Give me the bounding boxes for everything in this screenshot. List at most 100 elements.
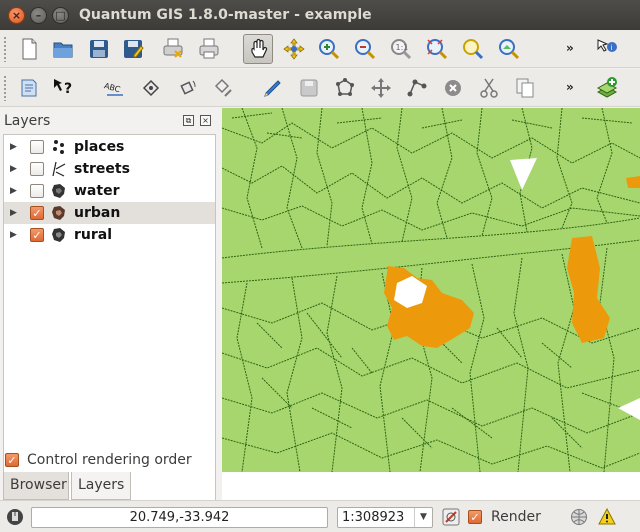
zoom-in-icon [319,39,340,60]
layer-row-streets[interactable]: ▶ streets [4,158,215,180]
open-project-button[interactable] [48,34,78,64]
copy-features-icon [516,78,534,98]
rotate-label-icon [180,80,196,95]
move-label-button[interactable] [136,73,166,103]
layer-name: streets [74,161,130,177]
stop-render-icon [442,508,460,526]
layer-row-places[interactable]: ▶ places [4,136,215,158]
save-as-button[interactable] [118,34,148,64]
python-console-button[interactable] [14,73,44,103]
render-checkbox[interactable]: ✓ [468,510,482,524]
control-rendering-order-checkbox[interactable]: ✓ [5,453,19,467]
layer-visibility-checkbox[interactable]: ✓ [30,228,44,242]
composer-manager-icon [199,38,219,59]
layers-panel-title: Layers [4,113,51,129]
zoom-full-button[interactable] [422,34,452,64]
toggle-editing-button[interactable] [258,73,288,103]
layer-row-water[interactable]: ▶ water [4,180,215,202]
composer-manager-button[interactable] [194,34,224,64]
toggle-editing-icon [264,80,281,97]
expand-arrow-icon[interactable]: ▶ [10,164,18,174]
zoom-layer-button[interactable] [494,34,524,64]
save-project-button[interactable] [84,34,114,64]
toolbar-grip[interactable] [3,36,7,62]
mouse-icon [7,509,23,525]
layer-name: urban [74,205,121,221]
render-label[interactable]: Render [491,509,541,525]
move-feature-button[interactable] [366,73,396,103]
zoom-selection-button[interactable] [458,34,488,64]
layer-row-rural[interactable]: ▶ ✓ rural [4,224,215,246]
add-feature-button[interactable] [330,73,360,103]
close-panel-button[interactable]: × [200,115,211,126]
close-window-button[interactable]: × [8,6,25,24]
zoom-actual-icon: 1:1 [391,39,412,60]
zoom-full-icon [427,39,448,60]
point-layer-icon [50,138,68,156]
stop-rendering-button[interactable] [441,507,461,527]
map-canvas-blank-area [222,472,640,500]
layer-visibility-checkbox[interactable]: ✓ [30,206,44,220]
float-panel-button[interactable]: ⧉ [183,115,194,126]
layer-visibility-checkbox[interactable] [30,140,44,154]
line-layer-icon [50,160,68,178]
add-layer-button[interactable] [592,73,622,103]
save-edits-button[interactable] [294,73,324,103]
minimize-window-button[interactable]: – [30,6,47,24]
print-composer-button[interactable] [158,34,188,64]
layer-visibility-checkbox[interactable] [30,162,44,176]
expand-arrow-icon[interactable]: ▶ [10,230,18,240]
pan-to-selection-button[interactable] [279,34,309,64]
expand-arrow-icon[interactable]: ▶ [10,142,18,152]
save-edits-icon [300,79,318,97]
panel-tabs: Browser Layers [0,472,219,500]
print-composer-icon [163,38,183,58]
zoom-in-button[interactable] [314,34,344,64]
coordinates-field[interactable]: 20.749,-33.942 [31,507,328,528]
control-rendering-order-label[interactable]: Control rendering order [27,452,192,468]
copy-features-button[interactable] [510,73,540,103]
save-as-icon [124,40,144,58]
warning-icon [598,508,616,525]
tab-layers[interactable]: Layers [71,472,131,500]
zoom-out-icon [355,39,376,60]
window-title: Quantum GIS 1.8.0-master - example [79,7,372,23]
open-project-icon [53,42,73,58]
zoom-selection-icon [463,39,484,60]
identify-button[interactable]: i [592,34,622,64]
rotate-label-button[interactable] [172,73,202,103]
label-tool-button[interactable]: ABC [100,73,130,103]
whats-this-button[interactable]: ? [48,73,78,103]
tab-browser[interactable]: Browser [3,472,69,500]
delete-selected-button[interactable] [438,73,468,103]
map-canvas[interactable] [222,108,640,472]
layer-row-urban[interactable]: ▶ ✓ urban [4,202,215,224]
identify-icon: i [597,39,617,52]
projection-button[interactable] [569,507,589,527]
new-project-button[interactable] [14,34,44,64]
scale-combobox[interactable]: 1:308923 ▼ [337,507,433,528]
layers-panel: Layers ⧉ × ▶ places ▶ streets ▶ water ▶ … [0,108,219,532]
file-navigation-toolbar: 1:1 » i [0,30,640,68]
coordinate-toggle-button[interactable] [5,507,25,527]
chevron-down-icon[interactable]: ▼ [414,508,432,527]
zoom-actual-button[interactable]: 1:1 [386,34,416,64]
toolbar1-overflow-button[interactable]: » [566,41,574,55]
pan-to-selection-icon [283,38,305,60]
messages-button[interactable] [597,507,617,527]
expand-arrow-icon[interactable]: ▶ [10,186,18,196]
layer-visibility-checkbox[interactable] [30,184,44,198]
maximize-window-button[interactable]: □ [52,6,69,24]
toolbar2-overflow-button[interactable]: » [566,80,574,94]
editing-toolbar: ? ABC » [0,69,640,107]
pan-button[interactable] [243,34,273,64]
layer-name: water [74,183,120,199]
expand-arrow-icon[interactable]: ▶ [10,208,18,218]
toolbar-grip[interactable] [3,75,7,101]
node-tool-button[interactable] [402,73,432,103]
svg-text:i: i [611,44,613,52]
save-project-icon [90,40,108,58]
zoom-out-button[interactable] [350,34,380,64]
change-label-button[interactable] [208,73,238,103]
cut-features-button[interactable] [474,73,504,103]
